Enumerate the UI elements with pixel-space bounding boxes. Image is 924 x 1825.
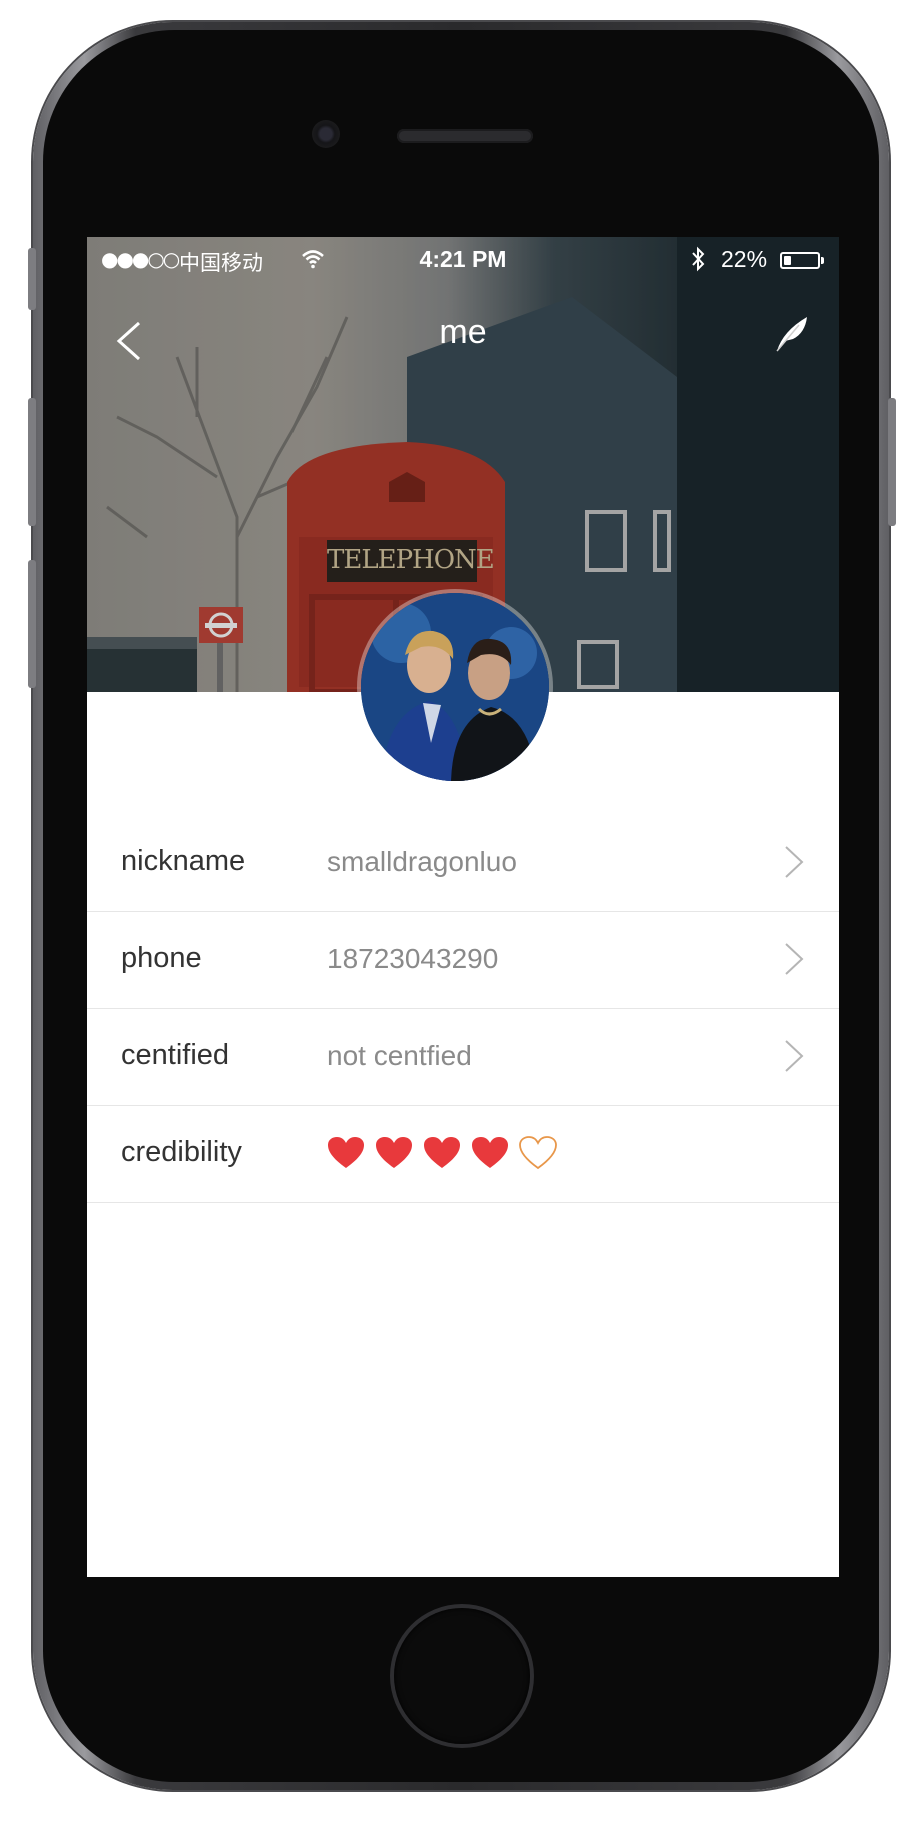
earpiece-speaker [397, 129, 533, 143]
heart-filled-icon [376, 1137, 412, 1168]
battery-percentage: 22% [721, 246, 768, 272]
profile-avatar[interactable] [361, 593, 549, 781]
chevron-right-icon [785, 846, 804, 878]
edit-profile-button[interactable] [769, 311, 813, 355]
heart-filled-icon [328, 1137, 364, 1168]
credibility-label: credibility [121, 1136, 242, 1168]
profile-info-list: nickname smalldragonluo phone 1872304329… [87, 815, 839, 1203]
nickname-row[interactable]: nickname smalldragonluo [87, 815, 839, 912]
phone-label: phone [121, 942, 202, 974]
avatar-photo [361, 593, 549, 781]
heart-empty-icon [519, 1136, 557, 1170]
certified-value: not centfied [327, 1040, 472, 1071]
phone-value: 18723043290 [327, 943, 499, 974]
certified-label: centified [121, 1039, 230, 1071]
status-bar: ●●●○○ 中国移动 4:21 PM 22% [87, 237, 839, 283]
credibility-row: credibility [87, 1106, 839, 1203]
nickname-label: nickname [121, 845, 246, 877]
heart-filled-icon [472, 1137, 508, 1168]
nickname-value: smalldragonluo [327, 846, 517, 877]
volume-up-button [28, 398, 36, 526]
heart-filled-icon [424, 1137, 460, 1168]
front-camera [312, 120, 340, 148]
home-button[interactable] [394, 1608, 530, 1744]
volume-down-button [28, 560, 36, 688]
chevron-right-icon [785, 943, 804, 975]
phone-row[interactable]: phone 18723043290 [87, 912, 839, 1009]
power-button [888, 398, 896, 526]
certified-row[interactable]: centified not centfied [87, 1009, 839, 1106]
battery-level [784, 256, 791, 265]
mute-switch [28, 248, 36, 310]
screen: TELEPHONE ●●●○○ 中国移动 4:21 PM 22% me nick… [87, 237, 839, 1577]
battery-icon [780, 252, 820, 269]
battery-tip [821, 257, 824, 264]
chevron-right-icon [785, 1040, 804, 1072]
bluetooth-icon [692, 246, 705, 272]
feather-icon [776, 317, 807, 352]
page-title: me [439, 313, 487, 351]
